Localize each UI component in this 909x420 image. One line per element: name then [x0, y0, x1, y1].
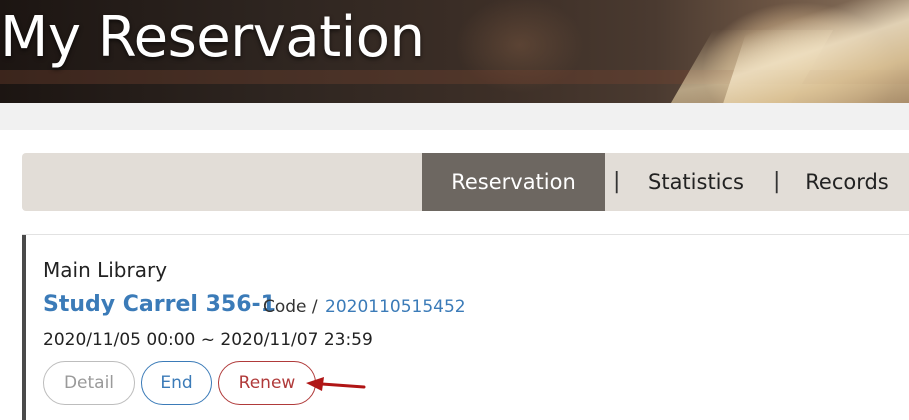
tab-bar: Reservation | Statistics | Records [22, 153, 909, 211]
tab-separator: | [613, 169, 621, 194]
end-button[interactable]: End [141, 361, 212, 405]
library-name: Main Library [43, 258, 168, 282]
tab-reservation[interactable]: Reservation [422, 153, 605, 211]
annotation-arrow-icon [306, 377, 366, 391]
detail-button[interactable]: Detail [43, 361, 135, 405]
tab-separator: | [773, 169, 781, 194]
page-title: My Reservation [0, 5, 425, 70]
code-label: Code / [263, 297, 318, 317]
tab-statistics[interactable]: Statistics [632, 153, 760, 211]
header-banner: My Reservation [0, 0, 909, 103]
seat-name-link[interactable]: Study Carrel 356-1 [43, 292, 276, 317]
tab-records[interactable]: Records [792, 153, 902, 211]
reservation-code-link[interactable]: 2020110515452 [325, 297, 466, 317]
banner-book-image [723, 0, 909, 103]
reservation-time-range: 2020/11/05 00:00 ~ 2020/11/07 23:59 [43, 330, 373, 350]
header-spacer [0, 103, 909, 130]
